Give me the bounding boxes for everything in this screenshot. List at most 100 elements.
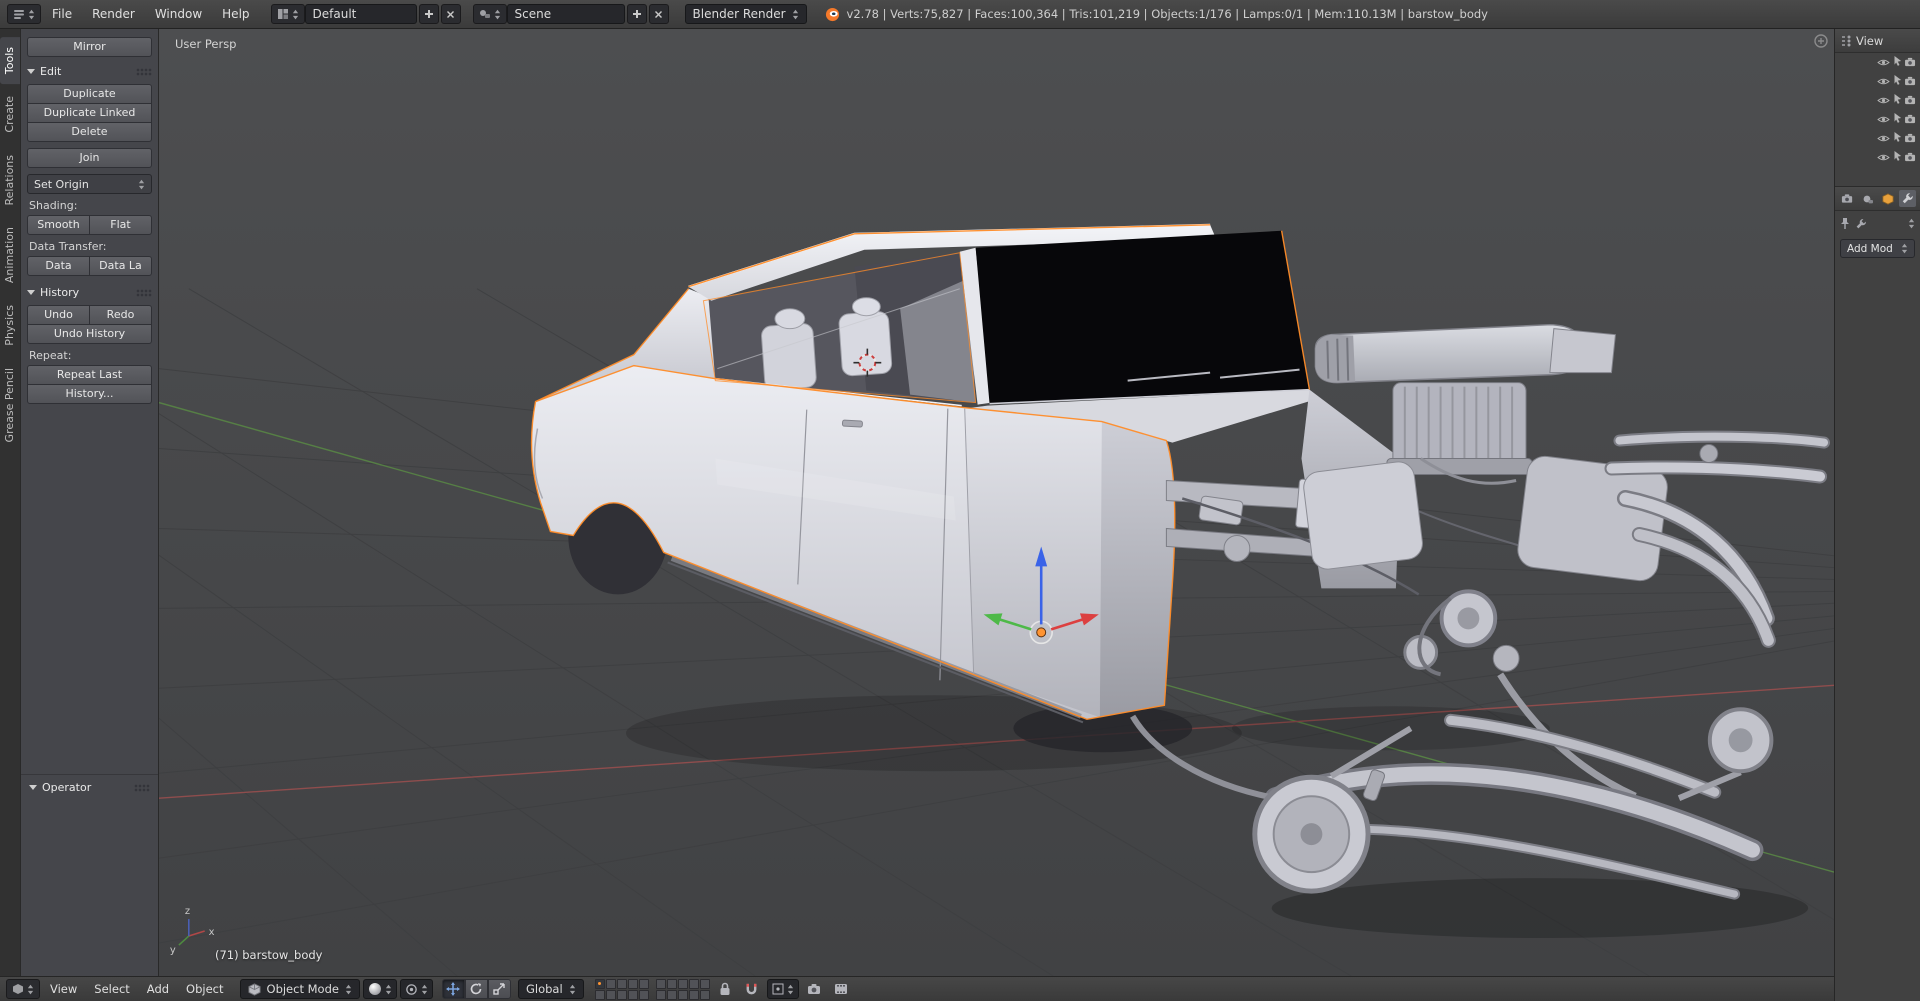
tab-modifiers[interactable] (1899, 190, 1916, 207)
mirror-button[interactable]: Mirror (27, 37, 152, 57)
orientation-select[interactable]: Global (518, 979, 584, 999)
menu-render[interactable]: Render (83, 4, 144, 24)
layer-cell[interactable] (628, 979, 638, 989)
scale-manipulator-toggle[interactable] (488, 979, 511, 999)
tab-scene[interactable] (1859, 190, 1876, 207)
history-panel-header[interactable]: History (27, 286, 152, 299)
operator-panel-header[interactable]: Operator (21, 774, 158, 800)
menu-help[interactable]: Help (213, 4, 258, 24)
selectability-cursor-toggle[interactable] (1892, 74, 1902, 89)
wrench-icon-button[interactable] (1855, 218, 1867, 233)
duplicate-button[interactable]: Duplicate (27, 84, 152, 104)
selectability-cursor-toggle[interactable] (1892, 93, 1902, 108)
menu-view[interactable]: View (43, 979, 84, 999)
set-origin-menu[interactable]: Set Origin (27, 174, 152, 194)
viewport-shading-select[interactable] (363, 979, 397, 999)
repeat-last-button[interactable]: Repeat Last (27, 365, 152, 385)
visibility-eye-toggle[interactable] (1877, 132, 1890, 146)
render-camera-toggle[interactable] (1904, 151, 1917, 165)
shade-smooth-button[interactable]: Smooth (27, 215, 90, 235)
translate-manipulator-toggle[interactable] (442, 979, 465, 999)
layer-cell[interactable] (689, 990, 699, 1000)
rotate-manipulator-toggle[interactable] (465, 979, 488, 999)
shade-flat-button[interactable]: Flat (89, 215, 152, 235)
layout-name-field[interactable]: Default (305, 4, 417, 24)
navigate-arrows[interactable] (1908, 217, 1915, 233)
visibility-eye-toggle[interactable] (1877, 56, 1890, 70)
delete-button[interactable]: Delete (27, 122, 152, 142)
menu-select[interactable]: Select (87, 979, 136, 999)
opengl-render-anim-button[interactable] (829, 979, 853, 999)
layout-delete-button[interactable] (441, 4, 461, 24)
layer-cell[interactable] (656, 990, 666, 1000)
render-engine-select[interactable]: Blender Render (685, 4, 807, 24)
snap-element-select[interactable] (767, 979, 799, 999)
opengl-render-button[interactable] (802, 979, 826, 999)
layer-cell[interactable] (595, 979, 605, 989)
outliner-view-menu[interactable]: View (1856, 34, 1883, 48)
scene-delete-button[interactable] (649, 4, 669, 24)
properties-region-toggle[interactable] (1814, 34, 1828, 51)
tab-grease-pencil[interactable]: Grease Pencil (0, 358, 20, 452)
add-modifier-button[interactable]: Add Mod (1840, 239, 1915, 258)
transfer-data-button[interactable]: Data (27, 256, 90, 276)
layer-cell[interactable] (667, 979, 677, 989)
layer-cell[interactable] (628, 990, 638, 1000)
layer-cell[interactable] (656, 979, 666, 989)
menu-file[interactable]: File (43, 4, 81, 24)
tab-render[interactable] (1839, 190, 1856, 207)
pin-icon-button[interactable] (1840, 217, 1850, 233)
layer-cell[interactable] (678, 990, 688, 1000)
redo-button[interactable]: Redo (89, 305, 152, 325)
menu-add[interactable]: Add (140, 979, 176, 999)
layer-cell[interactable] (617, 979, 627, 989)
pivot-point-select[interactable] (400, 979, 433, 999)
mode-select[interactable]: Object Mode (240, 979, 360, 999)
layout-browse-button[interactable] (271, 4, 305, 24)
render-camera-toggle[interactable] (1904, 94, 1917, 108)
layer-cell[interactable] (606, 990, 616, 1000)
layer-cell[interactable] (639, 979, 649, 989)
editor-type-button-3dview[interactable] (6, 979, 40, 999)
tab-create[interactable]: Create (0, 86, 20, 143)
scene-name-field[interactable]: Scene (507, 4, 625, 24)
layer-cell[interactable] (639, 990, 649, 1000)
tab-physics[interactable]: Physics (0, 295, 20, 356)
render-camera-toggle[interactable] (1904, 75, 1917, 89)
scene-lock-toggle[interactable] (713, 979, 737, 999)
snap-toggle[interactable] (740, 979, 764, 999)
layer-cell[interactable] (667, 990, 677, 1000)
scene-add-button[interactable] (627, 4, 647, 24)
selectability-cursor-toggle[interactable] (1892, 112, 1902, 127)
edit-panel-header[interactable]: Edit (27, 65, 152, 78)
layer-cell[interactable] (606, 979, 616, 989)
selectability-cursor-toggle[interactable] (1892, 55, 1902, 70)
menu-object[interactable]: Object (179, 979, 230, 999)
layout-add-button[interactable] (419, 4, 439, 24)
layer-cell[interactable] (678, 979, 688, 989)
visibility-eye-toggle[interactable] (1877, 94, 1890, 108)
history-dialog-button[interactable]: History... (27, 384, 152, 404)
layer-cell[interactable] (689, 979, 699, 989)
layer-cell[interactable] (700, 990, 710, 1000)
editor-type-button-info[interactable] (7, 4, 41, 24)
join-button[interactable]: Join (27, 148, 152, 168)
viewport[interactable]: x y z User Persp (71) barstow_body (159, 29, 1834, 976)
layer-cell[interactable] (617, 990, 627, 1000)
render-camera-toggle[interactable] (1904, 132, 1917, 146)
render-camera-toggle[interactable] (1904, 56, 1917, 70)
tab-object[interactable] (1879, 190, 1896, 207)
visibility-eye-toggle[interactable] (1877, 113, 1890, 127)
tab-tools[interactable]: Tools (0, 37, 20, 84)
selectability-cursor-toggle[interactable] (1892, 150, 1902, 165)
tab-animation[interactable]: Animation (0, 217, 20, 293)
duplicate-linked-button[interactable]: Duplicate Linked (27, 103, 152, 123)
selectability-cursor-toggle[interactable] (1892, 131, 1902, 146)
layer-cell[interactable] (595, 990, 605, 1000)
visibility-eye-toggle[interactable] (1877, 75, 1890, 89)
transfer-data-layout-button[interactable]: Data La (89, 256, 152, 276)
menu-window[interactable]: Window (146, 4, 211, 24)
render-camera-toggle[interactable] (1904, 113, 1917, 127)
undo-history-button[interactable]: Undo History (27, 324, 152, 344)
visibility-eye-toggle[interactable] (1877, 151, 1890, 165)
